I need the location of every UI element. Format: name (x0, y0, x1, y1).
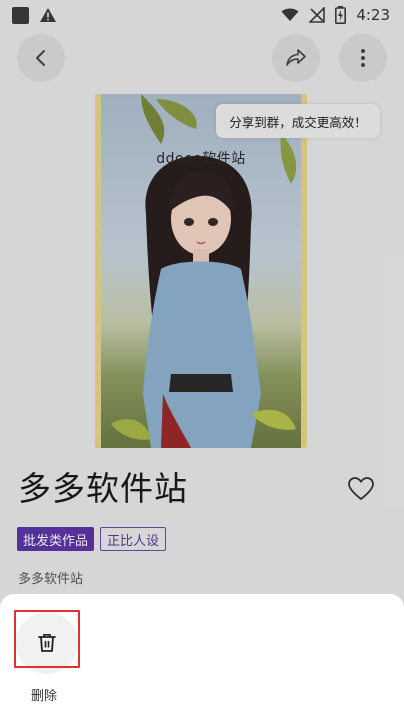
delete-highlight-box (14, 610, 80, 668)
bottom-action-sheet: 删除 (0, 594, 404, 720)
delete-label: 删除 (31, 689, 58, 704)
